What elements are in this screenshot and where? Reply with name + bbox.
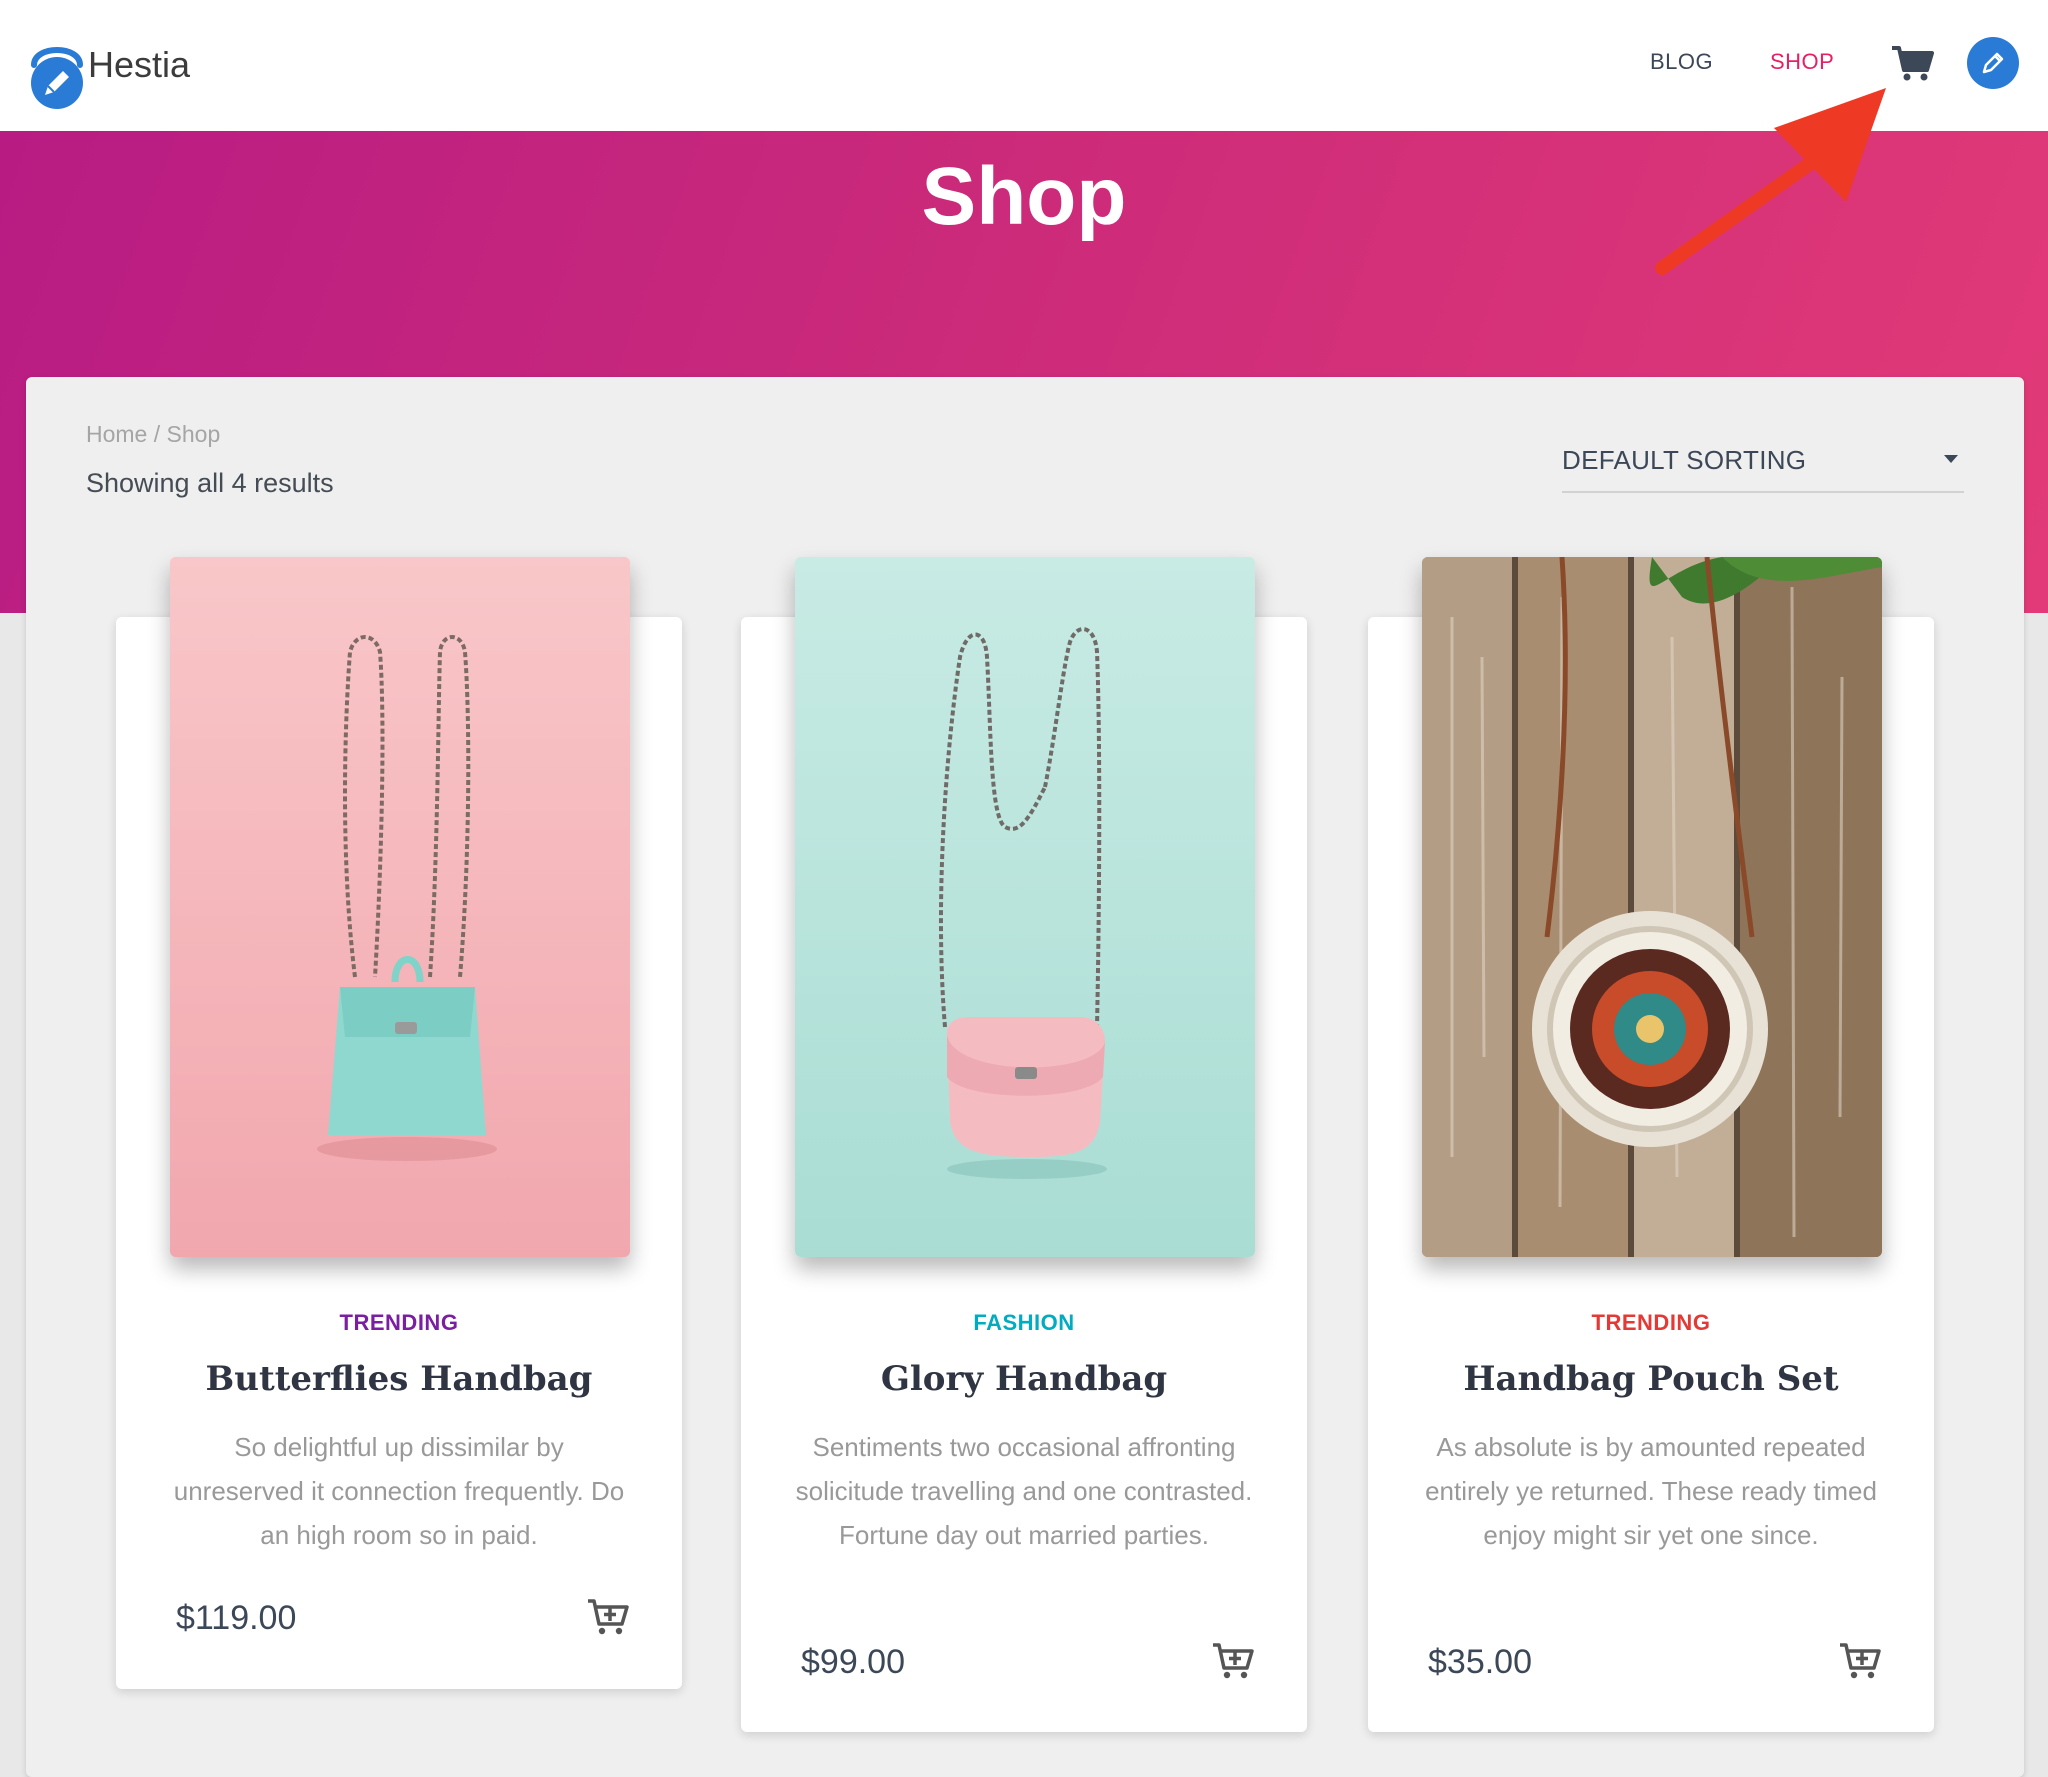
product-card[interactable]: TRENDING Handbag Pouch Set As absolute i…: [1368, 557, 1934, 1732]
pencil-icon: [1982, 52, 2004, 74]
product-description: Sentiments two occasional affronting sol…: [795, 1432, 1253, 1550]
product-image[interactable]: [795, 557, 1255, 1257]
sorting-value: DEFAULT SORTING: [1562, 445, 1807, 475]
product-image[interactable]: [170, 557, 630, 1257]
product-category[interactable]: TRENDING: [116, 1310, 682, 1336]
product-price: $35.00: [1428, 1643, 1532, 1681]
pink-background-teal-bag-image: [170, 557, 630, 1257]
logo-icon: [31, 47, 83, 109]
nav-shop-link[interactable]: SHOP: [1770, 49, 1834, 75]
caret-down-icon: [1944, 455, 1958, 463]
cart-icon[interactable]: [1890, 44, 1934, 82]
product-title[interactable]: Glory Handbag: [741, 1359, 1307, 1399]
product-description: As absolute is by amounted repeated enti…: [1425, 1432, 1877, 1550]
product-description: So delightful up dissimilar by unreserve…: [173, 1432, 625, 1550]
pencil-button[interactable]: [1967, 37, 2019, 89]
results-count: Showing all 4 results: [86, 468, 334, 498]
product-title[interactable]: Butterflies Handbag: [116, 1359, 682, 1399]
add-to-cart-icon[interactable]: [1211, 1641, 1255, 1681]
add-to-cart-icon[interactable]: [586, 1597, 630, 1637]
product-image[interactable]: [1422, 557, 1882, 1257]
brand[interactable]: Hestia: [28, 35, 190, 111]
product-card[interactable]: TRENDING Butterflies Handbag So delightf…: [116, 557, 682, 1689]
wood-background-round-bag-image: [1422, 557, 1882, 1257]
teal-background-pink-bag-image: [795, 557, 1255, 1257]
annotation-arrow-icon: [1655, 88, 1886, 275]
product-category[interactable]: TRENDING: [1368, 1310, 1934, 1336]
product-category[interactable]: FASHION: [741, 1310, 1307, 1336]
product-card[interactable]: FASHION Glory Handbag Sentiments two occ…: [741, 557, 1307, 1732]
nav-blog-link[interactable]: BLOG: [1650, 49, 1713, 75]
breadcrumb[interactable]: Home / Shop: [86, 421, 220, 448]
brand-name: Hestia: [88, 44, 191, 85]
product-price: $99.00: [801, 1643, 905, 1681]
product-title[interactable]: Handbag Pouch Set: [1368, 1359, 1934, 1399]
sorting-select[interactable]: DEFAULT SORTING: [1562, 443, 1964, 493]
product-price: $119.00: [176, 1599, 297, 1637]
add-to-cart-icon[interactable]: [1838, 1641, 1882, 1681]
